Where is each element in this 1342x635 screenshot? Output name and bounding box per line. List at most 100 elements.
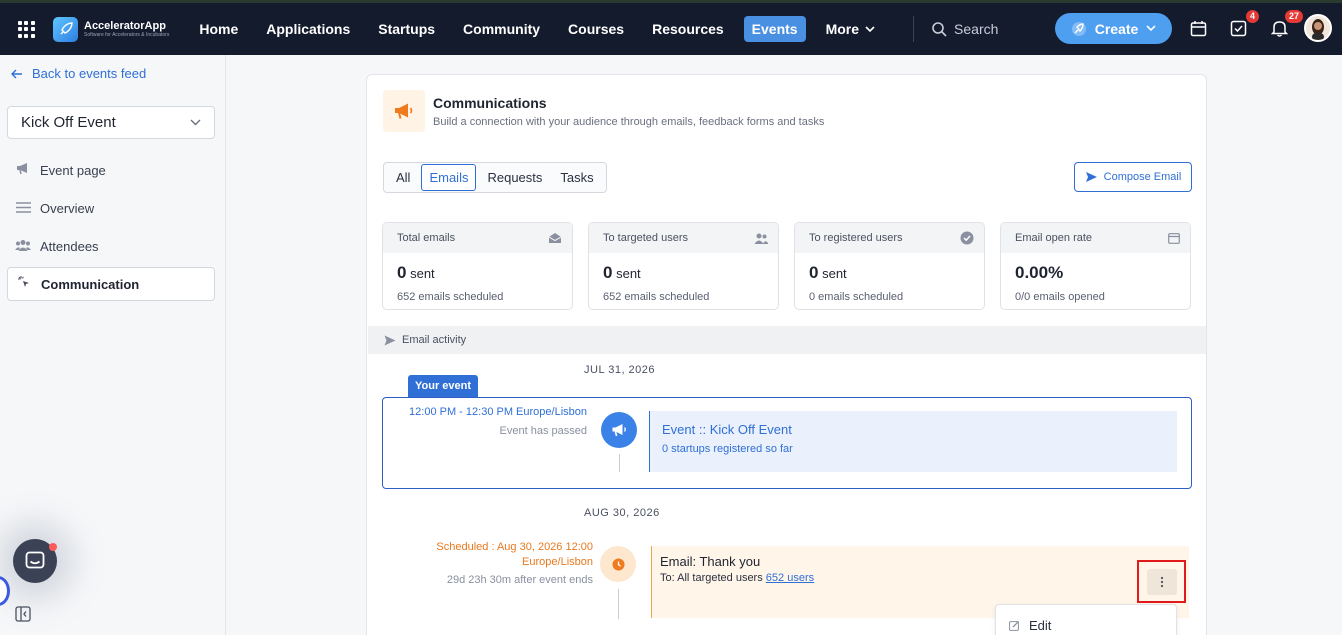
calendar-button[interactable] [1188, 18, 1208, 38]
nav-home[interactable]: Home [191, 16, 246, 42]
stat-unit: sent [410, 266, 435, 281]
timeline-connector [619, 454, 620, 472]
sidebar-item-label: Event page [40, 162, 106, 178]
email-to-prefix: To: All targeted users [660, 572, 763, 584]
event-selector-value: Kick Off Event [21, 114, 116, 131]
email-users-link[interactable]: 652 users [766, 572, 814, 584]
stat-value: 0 [397, 263, 407, 282]
scheduled-time-line2: Europe/Lisbon [522, 556, 593, 568]
search-icon [932, 21, 947, 37]
email-recipients: To: All targeted users 652 users [660, 572, 814, 584]
app-name: AcceleratorApp [84, 19, 166, 32]
your-event-tag: Your event [408, 375, 478, 397]
stat-label: Total emails [397, 232, 456, 244]
stat-label: To registered users [809, 232, 903, 244]
event-time: 12:00 PM - 12:30 PM Europe/Lisbon [409, 406, 587, 418]
scheduled-relative-time: 29d 23h 30m after event ends [446, 574, 593, 586]
nav-events[interactable]: Events [743, 16, 806, 42]
stat-unit: sent [822, 266, 847, 281]
users-icon [754, 233, 768, 244]
timeline-connector [618, 589, 619, 619]
chevron-down-icon [190, 119, 201, 126]
nav-applications[interactable]: Applications [258, 16, 358, 42]
clock-icon [600, 546, 636, 582]
search-label: Search [954, 21, 999, 37]
back-to-events-link[interactable]: Back to events feed [11, 66, 146, 81]
event-status: Event has passed [499, 425, 587, 437]
scheduled-time-line1: Scheduled : Aug 30, 2026 12:00 [436, 541, 593, 553]
collapse-sidebar-button[interactable] [15, 606, 31, 622]
highlight-box [1137, 560, 1186, 603]
rocket-icon [1071, 21, 1086, 36]
stat-label: Email open rate [1015, 232, 1093, 244]
app-grid-button[interactable] [0, 3, 52, 55]
bell-icon [1270, 21, 1288, 37]
sidebar-item-label: Communication [41, 276, 140, 292]
megaphone-icon [15, 162, 31, 178]
stat-footer: 652 emails scheduled [397, 291, 504, 303]
user-avatar[interactable] [1304, 14, 1332, 42]
calendar-icon [1168, 233, 1180, 244]
compose-label: Compose Email [1103, 171, 1182, 183]
communication-tabs: All Emails Requests Tasks [383, 162, 607, 193]
notifications-badge: 27 [1285, 10, 1304, 23]
event-selector[interactable]: Kick Off Event [7, 106, 215, 139]
stat-unit: sent [616, 266, 641, 281]
create-button[interactable]: Create [1055, 13, 1172, 44]
sidebar-item-event-page[interactable]: Event page [7, 153, 215, 187]
create-label: Create [1094, 20, 1139, 37]
tab-all[interactable]: All [389, 165, 417, 190]
sidebar-item-attendees[interactable]: Attendees [7, 229, 215, 263]
app-logo[interactable]: AcceleratorApp Software for Accelerators… [53, 16, 169, 42]
sidebar-item-label: Overview [40, 200, 95, 216]
menu-item-edit[interactable]: Edit [1009, 618, 1051, 633]
chat-unread-dot [49, 543, 57, 551]
arrow-left-icon [11, 69, 22, 78]
event-timeline-entry[interactable]: 12:00 PM - 12:30 PM Europe/Lisbon Event … [382, 397, 1192, 489]
sidebar-item-overview[interactable]: Overview [7, 191, 215, 225]
stat-footer: 0/0 emails opened [1015, 291, 1105, 303]
tab-emails[interactable]: Emails [421, 164, 477, 191]
stat-value: 0 [809, 263, 819, 282]
sparkle-cursor-icon [16, 276, 32, 292]
tab-tasks[interactable]: Tasks [553, 165, 600, 190]
menu-item-edit-label: Edit [1029, 618, 1052, 633]
stat-value: 0.00% [1015, 263, 1064, 282]
nav-startups[interactable]: Startups [370, 16, 443, 42]
grid-icon [17, 20, 35, 38]
event-title: Event :: Kick Off Event [662, 422, 792, 437]
megaphone-icon [383, 90, 425, 132]
nav-resources[interactable]: Resources [644, 16, 732, 42]
checkbox-icon [1230, 20, 1246, 36]
compose-email-button[interactable]: Compose Email [1074, 162, 1192, 192]
event-info-panel[interactable]: Event :: Kick Off Event 0 startups regis… [649, 411, 1177, 472]
nav-more[interactable]: More [818, 16, 883, 42]
edit-icon [1009, 621, 1019, 631]
email-options-menu: Edit [995, 604, 1177, 635]
sidebar-item-communication[interactable]: Communication [7, 267, 215, 301]
page-subtitle: Build a connection with your audience th… [433, 116, 825, 128]
sidebar-item-label: Attendees [40, 238, 99, 254]
check-circle-icon [960, 231, 974, 245]
nav-community[interactable]: Community [455, 16, 548, 42]
timeline-date: JUL 31, 2026 [584, 364, 656, 376]
nav-courses[interactable]: Courses [560, 16, 632, 42]
chevron-down-icon [865, 25, 875, 32]
stat-total-emails: Total emails 0 sent 652 emails scheduled [382, 222, 573, 310]
email-activity-label: Email activity [402, 334, 467, 346]
chat-icon [25, 551, 45, 569]
email-title: Email: Thank you [660, 554, 761, 569]
users-icon [15, 239, 31, 254]
email-activity-header: Email activity [368, 326, 1206, 354]
back-label: Back to events feed [32, 66, 147, 81]
search-button[interactable]: Search [932, 21, 998, 37]
megaphone-icon [601, 412, 637, 448]
tasks-button[interactable] [1228, 18, 1248, 38]
send-icon [1085, 172, 1097, 182]
stat-targeted-users: To targeted users 0 sent 652 emails sche… [588, 222, 779, 310]
send-icon [384, 335, 396, 345]
stat-open-rate: Email open rate 0.00% 0/0 emails opened [1000, 222, 1191, 310]
tab-requests[interactable]: Requests [480, 165, 549, 190]
stat-footer: 652 emails scheduled [603, 291, 710, 303]
chevron-down-icon [1146, 25, 1156, 32]
